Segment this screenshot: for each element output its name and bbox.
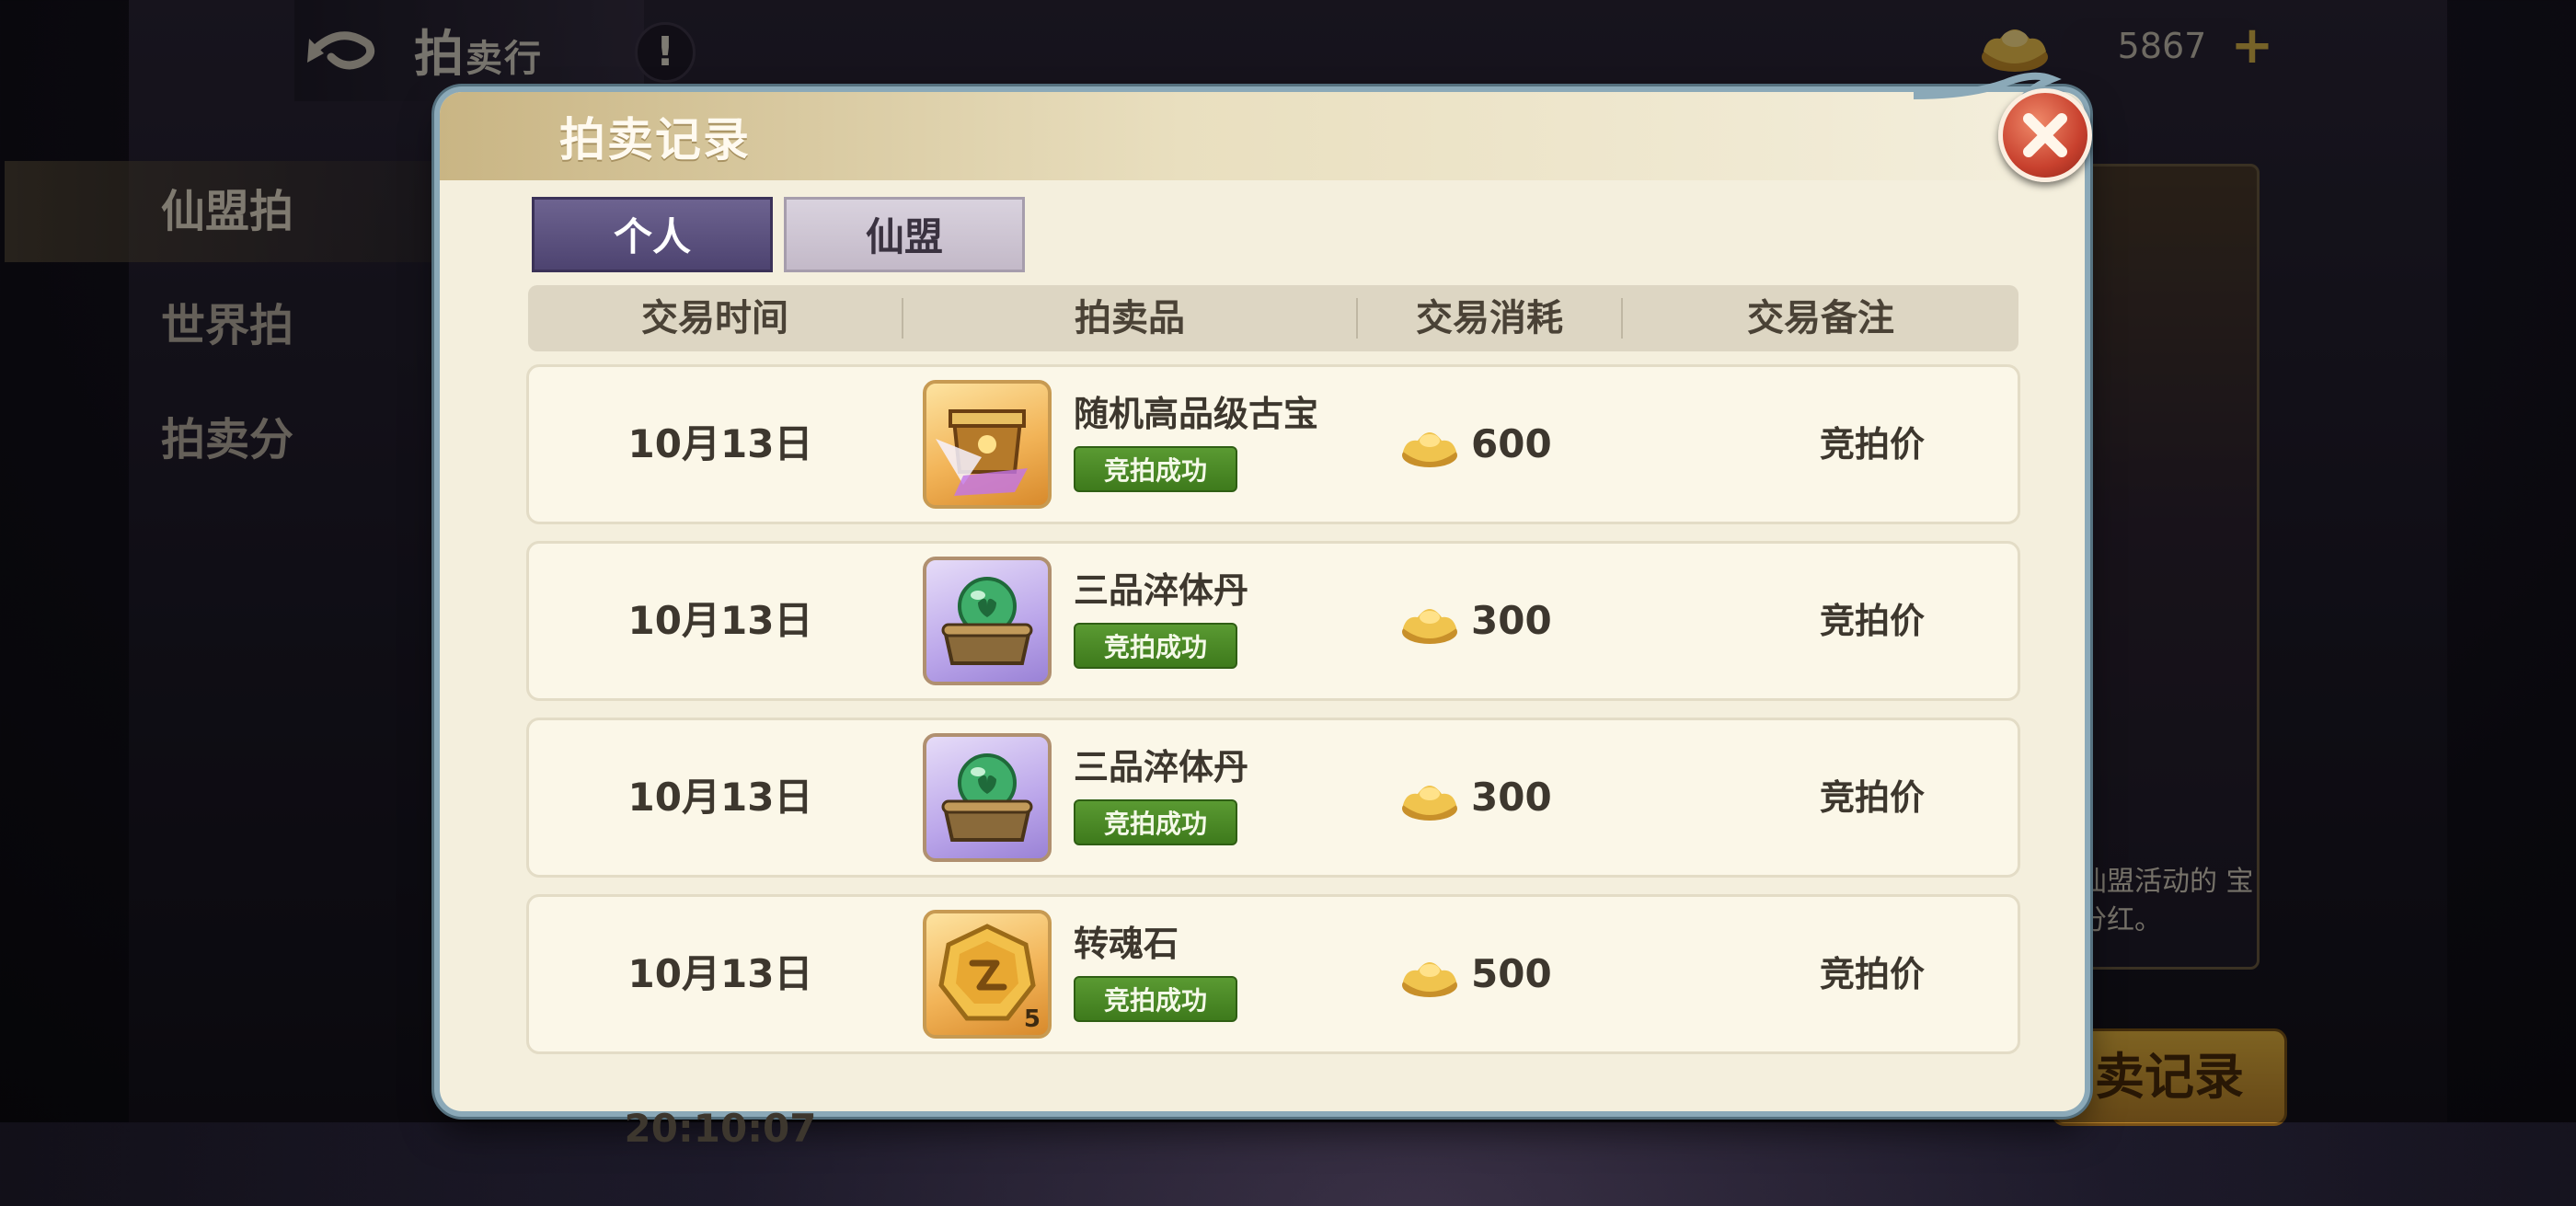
status-badge: 竞拍成功 [1074, 976, 1237, 1022]
gold-ingot-icon [1402, 609, 1457, 644]
column-header-note: 交易备注 [1747, 297, 1894, 339]
table-row: 10月13日 20:10:21 随机高品级古宝 竞拍成功 600 竞拍价 [526, 364, 2020, 621]
treasure-chest-icon[interactable] [923, 380, 1052, 509]
row-item-name: 三品淬体丹 [1074, 747, 1249, 787]
table-row: 10月13日 20:10:07 5 转魂石 竞拍成功 500 竞拍价 [526, 894, 2020, 1151]
row-cost: 300 [1471, 775, 1552, 820]
row-time: 10月13日 20:10:11 [625, 775, 817, 974]
row-time: 10月13日 20:10:12 [625, 598, 817, 798]
tab-alliance[interactable]: 仙盟 [784, 197, 1025, 272]
green-pill-icon[interactable] [923, 733, 1052, 862]
row-note: 竞拍价 [1819, 601, 1925, 641]
status-badge: 竞拍成功 [1074, 446, 1237, 492]
auction-record-dialog: 拍卖记录 个人 仙盟 交易时间 拍卖品 交易消耗 交易备注 10月13日 20:… [440, 92, 2085, 1151]
column-header-cost: 交易消耗 [1416, 297, 1563, 339]
status-badge: 竞拍成功 [1074, 623, 1237, 669]
row-cost: 600 [1471, 421, 1552, 466]
close-icon [2023, 113, 2067, 157]
row-note: 竞拍价 [1819, 424, 1925, 465]
row-time: 10月13日 20:10:21 [625, 421, 817, 621]
quantity-badge: 5 [1023, 1005, 1041, 1033]
row-note: 竞拍价 [1819, 777, 1925, 818]
column-header-item: 拍卖品 [1075, 297, 1185, 339]
table-row: 10月13日 20:10:11 三品淬体丹 竞拍成功 300 竞拍价 [526, 718, 2020, 974]
row-cost: 500 [1471, 951, 1552, 996]
table-header: 交易时间 拍卖品 交易消耗 交易备注 [528, 285, 2018, 351]
column-header-time: 交易时间 [641, 297, 788, 339]
gold-ingot-icon [1402, 432, 1457, 467]
status-badge: 竞拍成功 [1074, 799, 1237, 845]
gold-ingot-icon [1402, 786, 1457, 821]
row-time: 10月13日 20:10:07 [624, 951, 817, 1151]
green-pill-icon[interactable] [923, 557, 1052, 685]
row-item-name: 转魂石 [1074, 924, 1179, 964]
gold-ingot-icon [1402, 962, 1457, 997]
dialog-title: 拍卖记录 [559, 113, 751, 167]
row-item-name: 随机高品级古宝 [1074, 394, 1319, 434]
tab-personal[interactable]: 个人 [532, 197, 773, 272]
soul-stone-icon[interactable]: 5 [923, 910, 1052, 1039]
table-row: 10月13日 20:10:12 三品淬体丹 竞拍成功 300 竞拍价 [526, 541, 2020, 798]
row-note: 竞拍价 [1819, 954, 1925, 994]
close-button[interactable] [1998, 88, 2092, 182]
row-item-name: 三品淬体丹 [1074, 570, 1249, 611]
row-cost: 300 [1471, 598, 1552, 643]
